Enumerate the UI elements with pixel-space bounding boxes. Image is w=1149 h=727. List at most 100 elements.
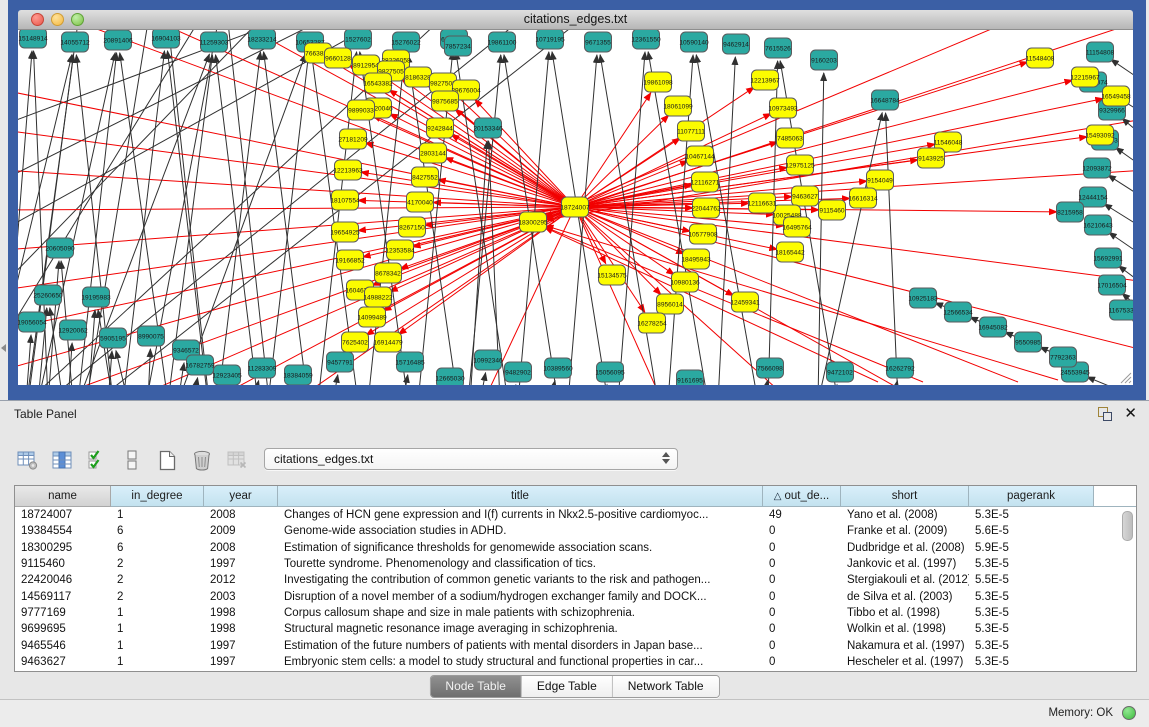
graph-node[interactable]: 16914479	[373, 332, 403, 352]
citation-edge-red[interactable]	[365, 143, 575, 207]
graph-node[interactable]: 10992346	[473, 350, 503, 370]
graph-node[interactable]: 19166852	[335, 250, 365, 270]
column-header-short[interactable]: short	[841, 486, 969, 507]
citation-edge-red[interactable]	[575, 207, 1133, 282]
graph-node[interactable]: 9462914	[723, 34, 750, 54]
graph-node[interactable]: 10925183	[908, 288, 938, 308]
citation-edge-black[interactable]	[178, 363, 184, 385]
graph-node[interactable]: 10590140	[679, 32, 709, 52]
graph-node[interactable]: 18495943	[681, 249, 711, 269]
table-row[interactable]: 1938455462009Genome-wide association stu…	[15, 523, 1136, 539]
graph-node[interactable]: 10980136	[670, 272, 700, 292]
graph-node[interactable]: 16210643	[1083, 215, 1113, 235]
graph-node[interactable]: 9550985	[1015, 332, 1042, 352]
graph-node[interactable]: 11077111	[677, 121, 705, 141]
citation-edge-red[interactable]	[575, 99, 1103, 207]
graph-node[interactable]: 9242844	[427, 118, 454, 138]
graph-node[interactable]: 20891406	[103, 30, 133, 50]
citation-edge-black[interactable]	[1132, 319, 1133, 365]
citation-edge-black[interactable]	[18, 30, 278, 125]
citation-edge-black[interactable]	[48, 261, 59, 385]
citation-edge-black[interactable]	[818, 113, 882, 385]
graph-node[interactable]: 7615526	[765, 38, 792, 58]
table-row[interactable]: 1456911722003Disruption of a novel membe…	[15, 588, 1136, 604]
graph-node[interactable]: 11259303	[200, 32, 229, 52]
graph-node[interactable]: 12920062	[58, 320, 88, 340]
graph-node[interactable]: 20605090	[45, 238, 75, 258]
graph-node[interactable]: 25260650	[33, 285, 63, 305]
graph-node[interactable]: 16648784	[870, 90, 900, 110]
graph-node[interactable]: 16549458	[1101, 86, 1131, 106]
tab-network-table[interactable]: Network Table	[612, 676, 719, 697]
graph-node[interactable]: 15056095	[595, 362, 625, 382]
graph-node[interactable]: 11675334	[1109, 300, 1133, 320]
citation-edge-black[interactable]	[268, 55, 308, 385]
citation-edge-red[interactable]	[575, 207, 658, 385]
graph-node[interactable]: 8956014	[657, 294, 684, 314]
graph-node[interactable]: 9457791	[327, 352, 354, 372]
graph-node[interactable]: 5905195	[100, 328, 127, 348]
graph-node[interactable]: 10973493	[768, 98, 798, 118]
table-row[interactable]: 911546021997Tourette syndrome. Phenomeno…	[15, 556, 1136, 572]
citation-edge-black[interactable]	[818, 73, 824, 385]
graph-node[interactable]: 11154808	[1086, 42, 1115, 62]
memory-status-indicator[interactable]	[1122, 706, 1136, 720]
graph-node[interactable]: 11283309	[248, 358, 277, 378]
graph-node[interactable]: 15148914	[18, 30, 48, 48]
close-panel-icon[interactable]: ✕	[1124, 407, 1137, 421]
graph-node[interactable]: 8215958	[1057, 202, 1084, 222]
citation-edge-black[interactable]	[1122, 118, 1133, 165]
graph-node[interactable]: 10719195	[535, 30, 565, 49]
graph-node[interactable]: 12116271	[691, 172, 720, 192]
graph-node[interactable]: 12213963	[333, 160, 363, 180]
network-canvas[interactable]: 1514891414055712208914061690410311259303…	[18, 30, 1133, 385]
graph-node[interactable]: 18724007	[560, 197, 590, 217]
graph-node[interactable]: 8267150	[399, 217, 426, 237]
graph-node[interactable]: 10389560	[543, 358, 573, 378]
graph-node[interactable]: 7625402	[342, 332, 369, 352]
graph-node[interactable]: 19056054	[18, 312, 47, 332]
graph-node[interactable]: 16616314	[848, 188, 878, 208]
graph-node[interactable]: 1527602	[345, 30, 372, 49]
graph-node[interactable]: 9463627	[792, 186, 819, 206]
graph-node[interactable]: 18165442	[775, 242, 805, 262]
citation-edge-black[interactable]	[168, 30, 208, 385]
table-row[interactable]: 1872400712008Changes of HCN gene express…	[15, 507, 1136, 523]
graph-node[interactable]: 10577908	[688, 224, 718, 244]
graph-node[interactable]: 2803144	[420, 143, 447, 163]
graph-node[interactable]: 8427552	[412, 167, 439, 187]
graph-node[interactable]: 9875685	[432, 91, 459, 111]
graph-node[interactable]: 19195983	[81, 287, 111, 307]
graph-node[interactable]: 9660128	[325, 48, 352, 68]
citation-graph-svg[interactable]: 1514891414055712208914061690410311259303…	[18, 30, 1133, 385]
graph-node[interactable]: 4170040	[407, 192, 434, 212]
graph-node[interactable]: 14099489	[357, 307, 387, 327]
graph-node[interactable]: 19654925	[330, 222, 360, 242]
select-all-icon[interactable]	[86, 448, 108, 472]
citation-edge-black[interactable]	[333, 375, 338, 385]
graph-node[interactable]: 12459341	[730, 292, 760, 312]
graph-node[interactable]: 22044762	[691, 198, 721, 218]
citation-edge-black[interactable]	[763, 381, 767, 385]
graph-node[interactable]: 7857234	[445, 36, 472, 56]
graph-node[interactable]: 9671355	[585, 32, 612, 52]
graph-node[interactable]: 12213967	[750, 70, 780, 90]
graph-node[interactable]: 19861100	[488, 32, 517, 52]
float-window-icon[interactable]	[1098, 407, 1112, 421]
graph-node[interactable]: 15134575	[597, 265, 627, 285]
column-chooser-icon[interactable]	[51, 448, 73, 472]
graph-node[interactable]: 16904103	[151, 30, 181, 48]
citation-edge-black[interactable]	[116, 351, 128, 385]
graph-node[interactable]: 15493092	[1085, 125, 1115, 145]
column-header-year[interactable]: year	[204, 486, 278, 507]
graph-node[interactable]: 9161695	[677, 370, 704, 385]
graph-node[interactable]: 9472102	[827, 362, 854, 382]
table-row[interactable]: 2242004622012Investigating the contribut…	[15, 572, 1136, 588]
column-header-out_de[interactable]: △out_de...	[763, 486, 841, 507]
graph-node[interactable]: 9143925	[918, 148, 945, 168]
table-row[interactable]: 1830029562008Estimation of significance …	[15, 540, 1136, 556]
graph-node[interactable]: 12923405	[212, 365, 242, 385]
table-row[interactable]: 946554611997Estimation of the future num…	[15, 637, 1136, 653]
column-header-name[interactable]: name	[15, 486, 111, 507]
table-settings-icon[interactable]	[16, 448, 38, 472]
